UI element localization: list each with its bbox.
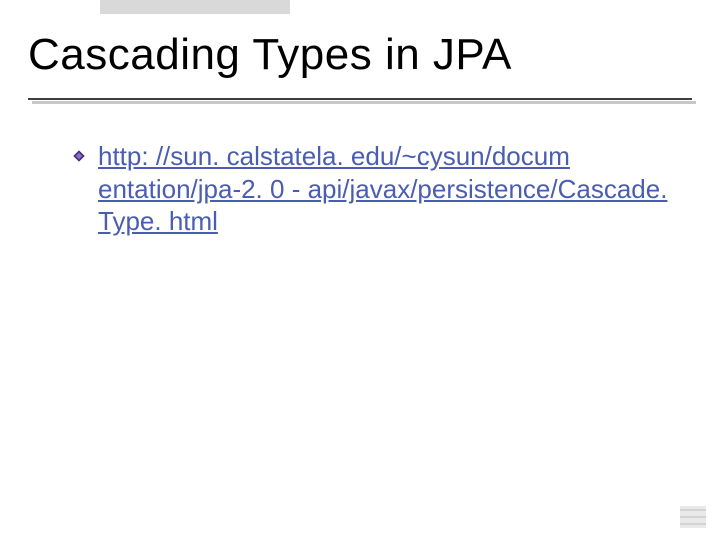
diamond-bullet-icon xyxy=(72,149,86,163)
top-shade-decoration xyxy=(100,0,290,14)
documentation-link[interactable]: http: //sun. calstatela. edu/~cysun/docu… xyxy=(98,141,667,236)
title-underline-shadow xyxy=(32,101,696,104)
slide-body: http: //sun. calstatela. edu/~cysun/docu… xyxy=(72,140,680,238)
title-underline xyxy=(28,98,692,100)
corner-decoration-icon xyxy=(680,506,706,528)
slide: Cascading Types in JPA http: //sun. cals… xyxy=(0,0,720,540)
bullet-item: http: //sun. calstatela. edu/~cysun/docu… xyxy=(72,140,680,238)
slide-title: Cascading Types in JPA xyxy=(28,30,692,80)
